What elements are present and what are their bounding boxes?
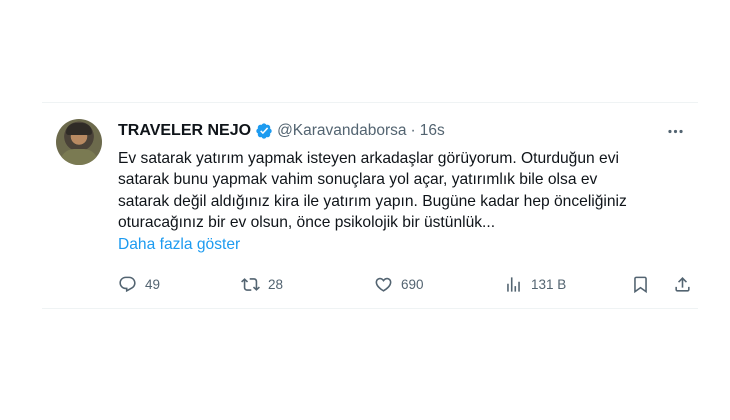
retweet-count: 28 bbox=[268, 276, 284, 292]
separator-dot: · bbox=[410, 122, 416, 139]
like-count: 690 bbox=[401, 276, 424, 292]
action-bar: 49 28 690 131 B bbox=[118, 272, 692, 296]
bookmark-icon bbox=[634, 276, 647, 293]
views-count: 131 B bbox=[531, 276, 567, 292]
tweet-text-line: satarak değil aldığınız kira ile yatırım… bbox=[118, 192, 627, 210]
avatar-cap bbox=[66, 123, 92, 135]
show-more-link[interactable]: Daha fazla göster bbox=[118, 236, 240, 254]
like-button[interactable]: 690 bbox=[374, 272, 424, 296]
avatar[interactable] bbox=[56, 119, 102, 165]
retweet-button[interactable]: 28 bbox=[241, 272, 283, 296]
more-icon[interactable] bbox=[664, 120, 686, 142]
tweet-card[interactable]: TRAVELER NEJO @Karavandaborsa · 16s Ev s… bbox=[56, 112, 692, 302]
heart-icon bbox=[375, 277, 392, 292]
tweet-text: Ev satarak yatırım yapmak isteyen arkada… bbox=[118, 148, 678, 233]
tweet-header: TRAVELER NEJO @Karavandaborsa · 16s bbox=[118, 120, 445, 142]
retweet-icon bbox=[241, 277, 260, 291]
views-button[interactable]: 131 B bbox=[504, 272, 566, 296]
author-handle[interactable]: @Karavandaborsa bbox=[277, 122, 406, 140]
reply-button[interactable]: 49 bbox=[118, 272, 160, 296]
verified-badge-icon bbox=[255, 122, 273, 140]
tweet-time[interactable]: 16s bbox=[420, 122, 445, 140]
tweet-text-line: satarak bunu yapmak vahim sonuçlara yol … bbox=[118, 171, 598, 189]
bottom-divider bbox=[42, 308, 698, 309]
views-icon bbox=[507, 276, 520, 292]
top-divider bbox=[42, 102, 698, 103]
reply-icon bbox=[119, 276, 136, 292]
share-button[interactable] bbox=[673, 272, 692, 296]
share-icon bbox=[675, 276, 690, 292]
bookmark-button[interactable] bbox=[631, 272, 650, 296]
tweet-text-line: Ev satarak yatırım yapmak isteyen arkada… bbox=[118, 150, 619, 167]
author-name[interactable]: TRAVELER NEJO bbox=[118, 122, 251, 140]
reply-count: 49 bbox=[145, 276, 161, 292]
avatar-shirt bbox=[60, 149, 98, 165]
tweet-text-line: oturacağınız bir ev olsun, önce psikoloj… bbox=[118, 213, 496, 231]
